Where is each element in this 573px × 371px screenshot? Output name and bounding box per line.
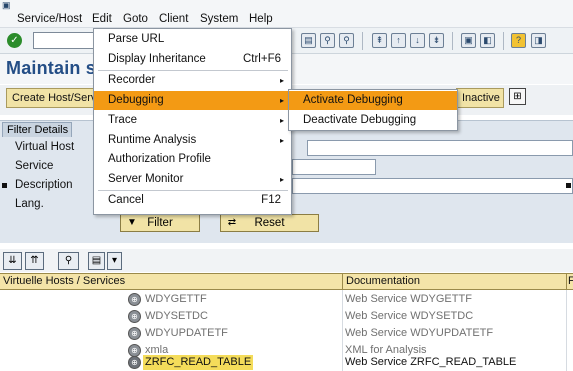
submenu-arrow-icon: ▸ [279,96,284,105]
menu-item-label: Server Monitor [108,173,184,185]
new-session-icon[interactable]: ▣ [461,33,476,48]
column-header-f[interactable]: F [566,274,573,289]
column-header-hosts[interactable]: Virtuelle Hosts / Services [0,274,342,289]
reset-button[interactable]: ⇄ Reset [220,214,319,232]
menu-edit[interactable]: Edit [92,12,112,26]
column-header-documentation[interactable]: Documentation [343,274,566,289]
menu-item-activate-debugging[interactable]: Activate Debugging [289,91,457,110]
menu-item-label: Cancel [108,194,144,206]
menu-item-trace[interactable]: Trace ▸ [94,111,291,130]
next-page-icon[interactable]: ↓ [410,33,425,48]
page-title: Maintain s [6,58,97,78]
menu-client[interactable]: Client [159,12,188,26]
submenu-arrow-icon: ▸ [279,136,284,145]
create-host-service-button[interactable]: Create Host/Serv [6,88,94,108]
help-icon[interactable]: ? [511,33,526,48]
menu-item-label: Deactivate Debugging [303,114,417,126]
menu-item-shortcut: F12 [261,194,281,206]
list-options-icon[interactable]: ▾ [107,252,122,270]
submenu-arrow-icon: ▸ [279,76,284,85]
menu-item-recorder[interactable]: Recorder ▸ [94,71,291,90]
binoculars-icon[interactable]: ⚲ [58,252,79,270]
service-name[interactable]: WDYUPDATETF [145,326,228,341]
menu-item-display-inheritance[interactable]: Display Inheritance Ctrl+F6 [94,50,291,69]
menu-help[interactable]: Help [249,12,273,26]
table-row[interactable]: ⊕ WDYUPDATETF Web Service WDYUPDATETF [0,325,573,342]
service-node-icon: ⊕ [128,293,141,306]
service-documentation: Web Service WDYSETDC [345,310,474,322]
menu-item-parse-url[interactable]: Parse URL [94,30,291,49]
menu-item-label: Display Inheritance [108,53,206,65]
inactive-button[interactable]: Inactive [456,88,504,108]
menu-item-authorization-profile[interactable]: Authorization Profile [94,150,291,169]
field-marker [566,183,571,188]
description-label: Description [15,179,73,191]
table-toolbar [0,249,573,272]
menu-service-host[interactable]: Service/Host [17,12,82,26]
menu-item-label: Runtime Analysis [108,134,197,146]
table-row[interactable]: ⊕ WDYGETTF Web Service WDYGETTF [0,291,573,308]
field-marker [2,183,7,188]
virtual-host-label: Virtual Host [15,141,75,153]
expand-icon[interactable]: ⇊ [3,252,22,270]
service-documentation: Web Service WDYUPDATETF [345,327,494,339]
filter-button[interactable]: ▼ Filter [120,214,200,232]
tree-icon[interactable]: ⊞ [509,88,526,105]
reset-button-label: Reset [254,217,285,229]
language-label: Lang. [15,198,44,210]
shortcut-icon[interactable]: ◧ [480,33,495,48]
service-input[interactable] [292,159,376,175]
menu-item-shortcut: Ctrl+F6 [242,53,281,65]
last-page-icon[interactable]: ⇟ [429,33,444,48]
virtual-host-input[interactable] [307,140,573,156]
prev-page-icon[interactable]: ↑ [391,33,406,48]
menu-item-label: Debugging [108,94,164,106]
find-icon[interactable]: ⚲ [320,33,335,48]
table-row-selected[interactable]: ⊕ ZRFC_READ_TABLE Web Service ZRFC_READ_… [0,354,573,371]
description-input[interactable] [292,178,573,194]
menu-item-label: Trace [108,114,137,126]
service-label: Service [15,160,54,172]
menu-item-server-monitor[interactable]: Server Monitor ▸ [94,170,291,189]
service-name[interactable]: ZRFC_READ_TABLE [143,355,254,370]
service-documentation: Web Service WDYGETTF [345,293,472,305]
service-node-icon: ⊕ [128,310,141,323]
system-menu-icon[interactable]: ▣ [2,1,16,10]
customize-icon[interactable]: ◨ [531,33,546,48]
first-page-icon[interactable]: ⇞ [372,33,387,48]
menu-bar [0,0,573,28]
menu-item-label: Recorder [108,74,156,86]
table-row[interactable]: ⊕ WDYSETDC Web Service WDYSETDC [0,308,573,325]
menu-item-runtime-analysis[interactable]: Runtime Analysis ▸ [94,131,291,150]
filter-button-label: Filter [147,217,173,229]
submenu-arrow-icon: ▸ [279,175,284,184]
menu-item-debugging[interactable]: Debugging ▸ [94,91,291,110]
menu-item-cancel[interactable]: Cancel F12 [94,191,291,210]
service-name[interactable]: WDYSETDC [145,309,208,324]
filter-details-tab[interactable]: Filter Details [2,122,72,137]
menu-item-label: Authorization Profile [108,153,211,165]
collapse-icon[interactable]: ⇈ [25,252,44,270]
menu-item-label: Parse URL [108,33,165,45]
menu-item-label: Activate Debugging [303,94,403,106]
service-node-icon: ⊕ [128,327,141,340]
service-node-icon: ⊕ [128,356,141,369]
menu-item-deactivate-debugging[interactable]: Deactivate Debugging [289,111,457,130]
menu-system[interactable]: System [200,12,238,26]
command-field[interactable] [33,32,95,49]
menu-goto[interactable]: Goto [123,12,148,26]
find-next-icon[interactable]: ⚲ [339,33,354,48]
service-documentation: Web Service ZRFC_READ_TABLE [345,356,517,368]
enter-icon[interactable]: ✓ [7,33,22,48]
submenu-arrow-icon: ▸ [279,116,284,125]
print-icon[interactable]: ▤ [301,33,316,48]
print-list-icon[interactable]: ▤ [88,252,105,270]
service-name[interactable]: WDYGETTF [145,292,207,307]
